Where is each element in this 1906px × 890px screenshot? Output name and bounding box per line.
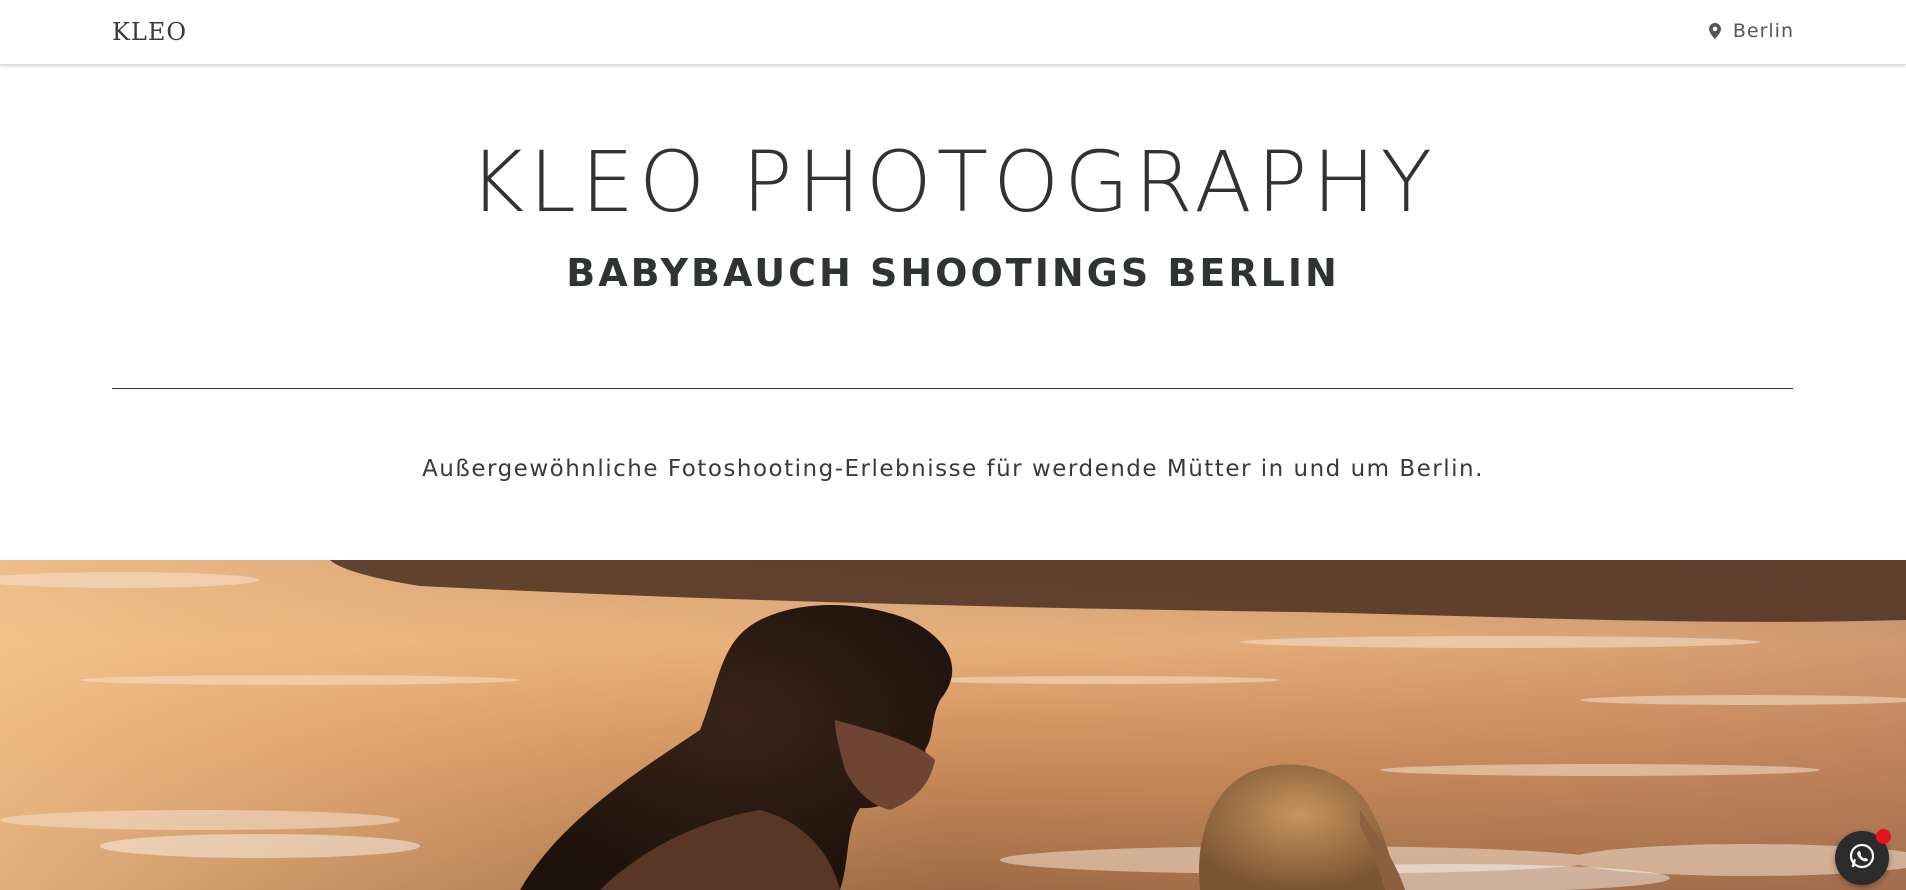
location-link[interactable]: Berlin [1708,20,1794,42]
page-subtitle: BABYBAUCH SHOOTINGS BERLIN [566,251,1340,295]
site-header: KLEO Berlin [0,0,1906,65]
site-logo[interactable]: KLEO [112,18,187,46]
section-divider [112,388,1793,389]
page-title: KLEO PHOTOGRAPHY [469,133,1437,231]
location-label: Berlin [1732,20,1794,42]
notification-dot [1876,829,1891,844]
map-pin-icon [1708,23,1721,39]
hero-tagline: Außergewöhnliche Fotoshooting-Erlebnisse… [422,456,1484,482]
whatsapp-chat-button[interactable] [1835,829,1891,885]
hero-photo [0,560,1906,890]
whatsapp-icon [1847,841,1877,875]
